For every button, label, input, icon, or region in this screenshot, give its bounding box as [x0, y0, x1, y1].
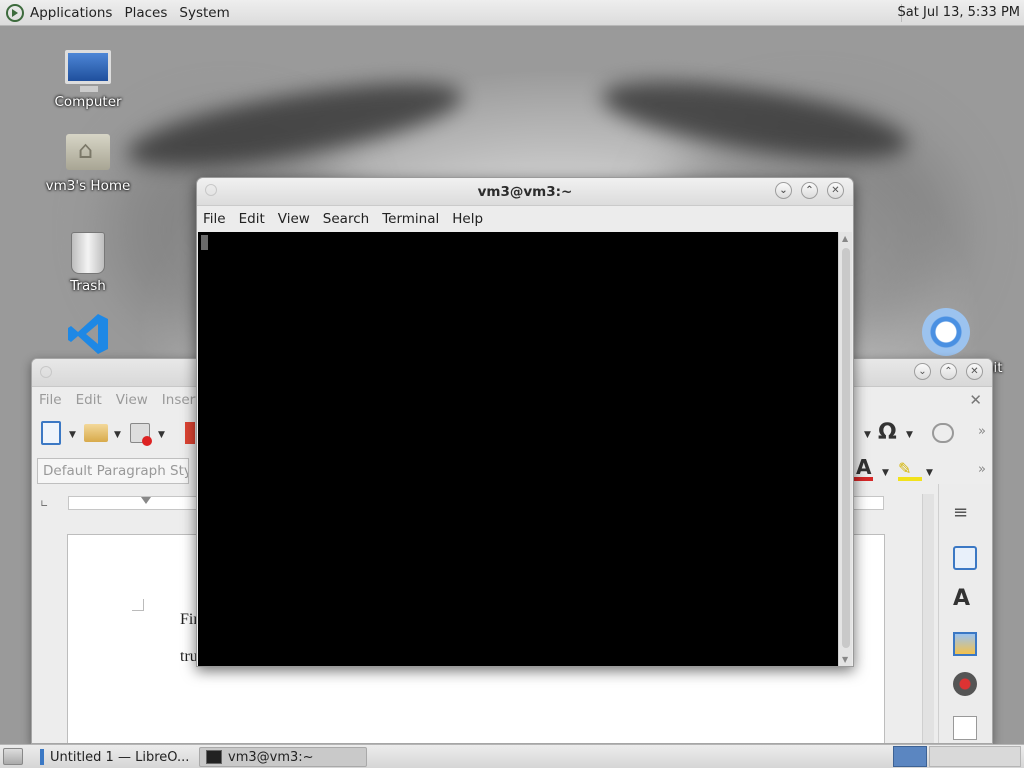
- export-pdf-icon[interactable]: [185, 422, 195, 444]
- writer-sidebar: ≡ A: [938, 484, 992, 743]
- save-red-dot-icon: [142, 436, 152, 446]
- close-icon[interactable]: ✕: [966, 363, 983, 380]
- taskbar-item-label: vm3@vm3:~: [228, 749, 314, 765]
- workspace-2[interactable]: [929, 746, 1021, 767]
- menu-applications[interactable]: Applications: [30, 5, 112, 21]
- menu-system[interactable]: System: [179, 5, 229, 21]
- desktop-icon-trash[interactable]: Trash: [38, 232, 138, 294]
- more-tools-icon[interactable]: »: [978, 462, 986, 477]
- font-color-icon[interactable]: A: [854, 457, 874, 481]
- desktop-icon-label: Trash: [70, 278, 106, 294]
- dropdown-arrow-icon[interactable]: ▼: [864, 430, 871, 440]
- desktop-icon-computer[interactable]: Computer: [38, 50, 138, 110]
- computer-icon: [65, 50, 111, 92]
- close-document-icon[interactable]: ✕: [969, 391, 982, 409]
- text-boundary-corner: [132, 599, 144, 611]
- terminal-icon: [206, 750, 222, 764]
- applications-logo-icon[interactable]: [6, 3, 24, 22]
- taskbar-item-label: Untitled 1 — LibreO...: [50, 749, 190, 765]
- chrome-icon: [922, 308, 970, 356]
- scrollbar-thumb[interactable]: [842, 248, 850, 648]
- tab-stop-icon[interactable]: ∟: [40, 499, 48, 510]
- dropdown-arrow-icon[interactable]: ▼: [114, 430, 121, 440]
- menu-places[interactable]: Places: [124, 5, 167, 21]
- terminal-menu-edit[interactable]: Edit: [239, 211, 265, 227]
- special-character-icon[interactable]: Ω: [878, 420, 897, 445]
- show-desktop-icon[interactable]: [3, 748, 23, 765]
- scroll-up-icon[interactable]: ▲: [842, 234, 848, 243]
- terminal-screen[interactable]: [198, 232, 839, 666]
- terminal-menu-view[interactable]: View: [278, 211, 310, 227]
- dropdown-arrow-icon[interactable]: ▼: [906, 430, 913, 440]
- minimize-icon[interactable]: ⌄: [775, 182, 792, 199]
- writer-menu-edit[interactable]: Edit: [76, 392, 102, 408]
- paragraph-style-select[interactable]: Default Paragraph Style: [37, 458, 189, 484]
- terminal-titlebar[interactable]: vm3@vm3:~ ⌄ ⌃ ✕: [197, 178, 853, 206]
- desktop-icon-label: vm3's Home: [45, 178, 131, 194]
- desktop-icon-chrome[interactable]: [896, 308, 996, 359]
- clock[interactable]: Sat Jul 13, 5:33 PM: [898, 5, 1020, 20]
- terminal-menu-help[interactable]: Help: [452, 211, 483, 227]
- properties-icon[interactable]: [953, 546, 977, 570]
- terminal-menu-search[interactable]: Search: [323, 211, 369, 227]
- terminal-menubar: File Edit View Search Terminal Help: [197, 206, 853, 232]
- top-panel: Applications Places System Sat Jul 13, 5…: [0, 0, 1024, 26]
- home-folder-icon: [66, 134, 110, 170]
- dropdown-arrow-icon[interactable]: ▼: [158, 430, 165, 440]
- terminal-menu-terminal[interactable]: Terminal: [382, 211, 439, 227]
- close-icon[interactable]: ✕: [827, 182, 844, 199]
- desktop-icon-vscode[interactable]: [38, 312, 138, 363]
- terminal-cursor: [201, 235, 208, 250]
- writer-vertical-scrollbar[interactable]: [922, 494, 934, 743]
- hyperlink-icon[interactable]: [932, 423, 954, 443]
- dropdown-arrow-icon[interactable]: ▼: [69, 430, 76, 440]
- maximize-icon[interactable]: ⌃: [801, 182, 818, 199]
- terminal-menu-file[interactable]: File: [203, 211, 226, 227]
- writer-menu-file[interactable]: File: [39, 392, 62, 408]
- bottom-panel: Untitled 1 — LibreO... vm3@vm3:~: [0, 744, 1024, 768]
- maximize-icon[interactable]: ⌃: [940, 363, 957, 380]
- gallery-icon[interactable]: [953, 632, 977, 656]
- open-folder-icon[interactable]: [84, 424, 108, 442]
- writer-menubar: File Edit View Insert: [39, 392, 201, 408]
- desktop-icon-home[interactable]: vm3's Home: [38, 134, 138, 194]
- terminal-scrollbar[interactable]: ▲ ▼: [838, 232, 852, 666]
- trash-icon: [71, 232, 105, 274]
- navigator-icon[interactable]: [953, 672, 977, 696]
- writer-menu-insert[interactable]: Insert: [162, 392, 201, 408]
- window-menu-icon[interactable]: [205, 184, 217, 196]
- writer-menu-view[interactable]: View: [116, 392, 148, 408]
- sidebar-menu-icon[interactable]: ≡: [953, 502, 977, 526]
- terminal-title: vm3@vm3:~: [477, 184, 573, 200]
- page-icon[interactable]: [953, 716, 977, 740]
- window-menu-icon[interactable]: [40, 366, 52, 378]
- workspace-1[interactable]: [893, 746, 927, 767]
- terminal-window[interactable]: vm3@vm3:~ ⌄ ⌃ ✕ File Edit View Search Te…: [196, 177, 854, 667]
- dropdown-arrow-icon[interactable]: ▼: [926, 468, 933, 478]
- dropdown-arrow-icon[interactable]: ▼: [882, 468, 889, 478]
- styles-icon[interactable]: A: [953, 586, 977, 611]
- taskbar-item-writer[interactable]: Untitled 1 — LibreO...: [34, 747, 194, 767]
- writer-document-icon: [40, 749, 44, 765]
- taskbar-item-terminal[interactable]: vm3@vm3:~: [199, 747, 367, 767]
- highlight-color-icon[interactable]: ✎: [898, 459, 922, 481]
- minimize-icon[interactable]: ⌄: [914, 363, 931, 380]
- scroll-down-icon[interactable]: ▼: [842, 655, 848, 664]
- vscode-icon: [68, 314, 108, 354]
- new-document-icon[interactable]: [41, 421, 61, 445]
- more-tools-icon[interactable]: »: [978, 424, 986, 439]
- indent-marker-icon[interactable]: [141, 497, 151, 511]
- desktop-icon-label: Computer: [54, 94, 122, 110]
